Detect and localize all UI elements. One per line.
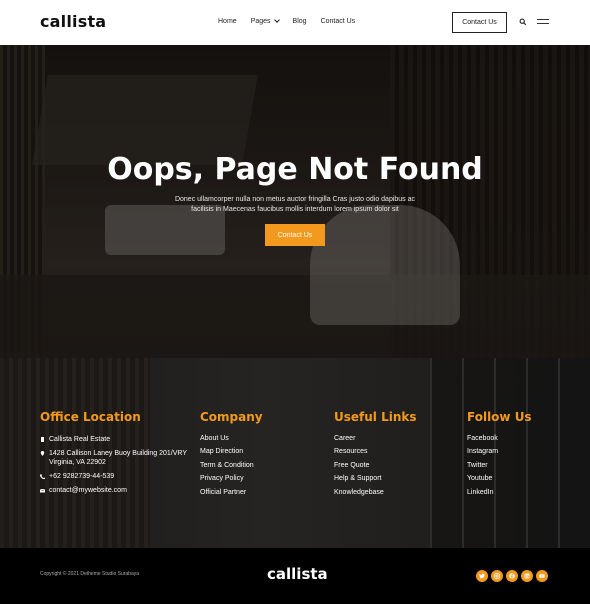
footer-link-help[interactable]: Help & Support	[334, 475, 417, 483]
nav-item-blog[interactable]: Blog	[293, 18, 307, 25]
map-pin-icon	[40, 451, 45, 456]
office-email-text: contact@mywebsite.com	[49, 487, 127, 494]
office-address-text: 1428 Callison Laney Buoy Building 201/VR…	[49, 450, 187, 466]
footer-link-youtube[interactable]: Youtube	[467, 475, 532, 483]
footer-link-map[interactable]: Map Direction	[200, 448, 263, 456]
office-phone-text: +62 9282739-44-539	[49, 473, 115, 480]
footer-link-linkedin[interactable]: LinkedIn	[467, 489, 532, 497]
main-nav: Home Pages Blog Contact Us	[218, 17, 356, 25]
footer-link-instagram[interactable]: Instagram	[467, 448, 532, 456]
nav-item-pages[interactable]: Pages	[250, 17, 280, 25]
follow-us-column: Follow Us Facebook Instagram Twitter You…	[467, 410, 532, 502]
chevron-down-icon	[273, 17, 280, 23]
useful-links-column: Useful Links Career Resources Free Quote…	[334, 410, 417, 502]
useful-heading: Useful Links	[334, 410, 417, 424]
footer-bottom-bar: Copyright © 2021 Detheme Studio Surabaya…	[0, 548, 590, 604]
twitter-icon[interactable]	[476, 570, 488, 582]
search-icon[interactable]	[519, 18, 527, 26]
hamburger-menu-icon[interactable]	[537, 19, 549, 26]
nav-item-home[interactable]: Home	[218, 18, 237, 25]
footer-link-facebook[interactable]: Facebook	[467, 435, 532, 443]
instagram-icon[interactable]	[491, 570, 503, 582]
office-location-column: Office Location Callista Real Estate 142…	[40, 410, 190, 500]
nav-item-pages-label: Pages	[250, 18, 271, 25]
page-title: Oops, Page Not Found	[107, 152, 483, 187]
follow-heading: Follow Us	[467, 410, 532, 424]
office-heading: Office Location	[40, 410, 141, 424]
hero-contact-button[interactable]: Contact Us	[265, 224, 325, 246]
footer-link-knowledgebase[interactable]: Knowledgebase	[334, 489, 417, 497]
footer-widgets: Office Location Callista Real Estate 142…	[0, 358, 590, 548]
office-email[interactable]: contact@mywebsite.com	[40, 486, 190, 495]
office-name: Callista Real Estate	[40, 435, 190, 444]
site-logo[interactable]: callista	[40, 12, 106, 31]
footer-link-privacy[interactable]: Privacy Policy	[200, 475, 263, 483]
company-column: Company About Us Map Direction Term & Co…	[200, 410, 263, 502]
footer-link-resources[interactable]: Resources	[334, 448, 417, 456]
nav-item-contact[interactable]: Contact Us	[321, 18, 356, 25]
linkedin-icon[interactable]	[521, 570, 533, 582]
footer-logo[interactable]: callista	[267, 565, 328, 583]
phone-icon	[40, 474, 45, 479]
site-header: callista Home Pages Blog Contact Us Cont…	[0, 0, 590, 45]
envelope-icon	[40, 488, 45, 493]
footer-link-quote[interactable]: Free Quote	[334, 462, 417, 470]
footer-link-career[interactable]: Career	[334, 435, 417, 443]
footer-link-twitter[interactable]: Twitter	[467, 462, 532, 470]
hero-subtitle: Donec ullamcorper nulla non metus auctor…	[174, 196, 416, 213]
social-icons	[476, 570, 548, 582]
company-heading: Company	[200, 410, 263, 424]
footer-link-partner[interactable]: Official Partner	[200, 489, 263, 497]
facebook-icon[interactable]	[506, 570, 518, 582]
footer-link-terms[interactable]: Term & Condition	[200, 462, 263, 470]
youtube-icon[interactable]	[536, 570, 548, 582]
office-address: 1428 Callison Laney Buoy Building 201/VR…	[40, 449, 190, 467]
office-phone[interactable]: +62 9282739-44-539	[40, 472, 190, 481]
footer-link-about[interactable]: About Us	[200, 435, 263, 443]
header-contact-button[interactable]: Contact Us	[452, 12, 507, 33]
office-name-text: Callista Real Estate	[49, 436, 111, 443]
building-icon	[41, 437, 44, 442]
hero-section: Oops, Page Not Found Donec ullamcorper n…	[0, 45, 590, 358]
copyright-text: Copyright © 2021 Detheme Studio Surabaya	[40, 571, 140, 577]
